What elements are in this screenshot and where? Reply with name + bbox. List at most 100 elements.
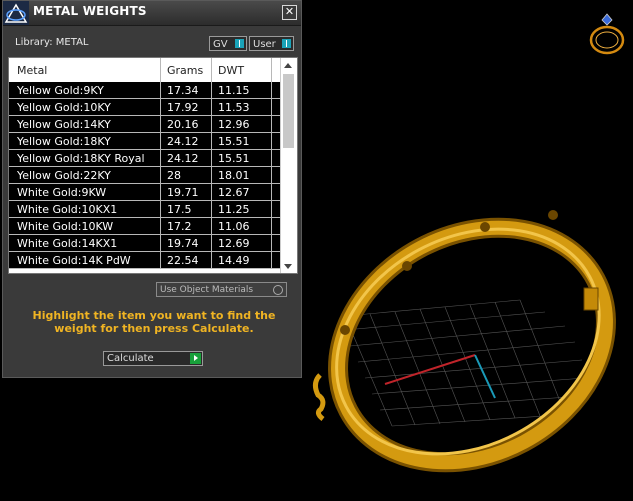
table-row[interactable]: White Gold:14K PdW 22.54 14.49 [9,252,281,269]
table-row[interactable]: Yellow Gold:10KY 17.92 11.53 [9,99,281,116]
gv-toggle-label: GV [213,39,228,50]
scroll-thumb[interactable] [283,74,294,148]
metal-cell: White Gold:9KW [17,186,107,199]
user-toggle[interactable]: User [249,36,294,51]
column-divider [160,184,161,200]
metal-cell: Yellow Gold:10KY [17,101,111,114]
column-divider [211,133,212,149]
column-divider [160,235,161,251]
column-divider [211,116,212,132]
column-divider [160,218,161,234]
metal-cell: White Gold:10KX1 [17,203,118,216]
column-divider [271,235,272,251]
table-row[interactable]: White Gold:10KW 17.2 11.06 [9,218,281,235]
column-divider [271,167,272,183]
column-divider [160,116,161,132]
table-row[interactable]: Yellow Gold:18KY 24.12 15.51 [9,133,281,150]
metal-table[interactable]: Metal Grams DWT Yellow Gold:9KY 17.34 11.1… [8,57,298,274]
metal-cell: Yellow Gold:18KY [17,135,111,148]
table-row[interactable]: White Gold:9KW 19.71 12.67 [9,184,281,201]
column-divider [211,99,212,115]
instruction-text: Highlight the item you want to find the … [32,309,276,335]
panel-title: METAL WEIGHTS [33,4,147,18]
column-divider [160,167,161,183]
dwt-cell: 15.51 [218,152,250,165]
metal-cell: Yellow Gold:9KY [17,84,104,97]
column-divider [211,218,212,234]
close-icon[interactable]: ✕ [282,5,297,20]
column-header-dwt[interactable]: DWT [218,64,244,77]
column-divider [271,150,272,166]
metal-cell: Yellow Gold:22KY [17,169,111,182]
grams-cell: 24.12 [167,135,199,148]
column-divider [160,99,161,115]
metal-cell: White Gold:10KW [17,220,114,233]
toggle-knob-icon [282,39,291,48]
column-divider [271,99,272,115]
dwt-cell: 11.53 [218,101,250,114]
dwt-cell: 11.06 [218,220,250,233]
table-row[interactable]: White Gold:14KX1 19.74 12.69 [9,235,281,252]
dwt-cell: 12.67 [218,186,250,199]
column-divider [271,58,272,82]
metal-weights-panel: METAL WEIGHTS ✕ Library: METAL GV User M… [2,0,302,378]
column-header-metal[interactable]: Metal [17,64,47,77]
dwt-cell: 12.96 [218,118,250,131]
table-row[interactable]: Yellow Gold:14KY 20.16 12.96 [9,116,281,133]
radio-icon[interactable] [273,285,283,295]
use-object-materials-label: Use Object Materials [160,285,254,295]
column-divider [211,201,212,217]
column-divider [271,184,272,200]
table-body: Yellow Gold:9KY 17.34 11.15 Yellow Gold:10K… [9,82,281,269]
calculate-label: Calculate [107,353,154,364]
column-divider [271,218,272,234]
column-divider [160,82,161,98]
use-object-materials-option[interactable]: Use Object Materials [156,282,287,297]
column-divider [211,252,212,268]
dwt-cell: 12.69 [218,237,250,250]
column-divider [211,82,212,98]
dwt-cell: 18.01 [218,169,250,182]
table-row[interactable]: Yellow Gold:18KY Royal 24.12 15.51 [9,150,281,167]
column-divider [211,58,212,82]
scroll-up-icon[interactable] [284,63,292,68]
grams-cell: 20.16 [167,118,199,131]
column-divider [271,82,272,98]
grams-cell: 24.12 [167,152,199,165]
table-scrollbar[interactable] [280,58,297,273]
column-divider [160,133,161,149]
metal-cell: Yellow Gold:14KY [17,118,111,131]
scroll-down-icon[interactable] [284,264,292,269]
column-divider [271,252,272,268]
column-divider [211,184,212,200]
bangle-model [312,210,616,473]
grid-plane [344,299,586,427]
toggle-knob-icon [235,39,244,48]
column-divider [160,201,161,217]
grams-cell: 17.2 [167,220,192,233]
grams-cell: 17.92 [167,101,199,114]
grams-cell: 19.74 [167,237,199,250]
grams-cell: 22.54 [167,254,199,267]
dwt-cell: 11.15 [218,84,250,97]
column-divider [160,150,161,166]
grams-cell: 17.34 [167,84,199,97]
x-axis-line [384,354,476,385]
column-divider [271,133,272,149]
metal-cell: White Gold:14KX1 [17,237,118,250]
column-header-grams[interactable]: Grams [167,64,203,77]
calculate-button[interactable]: Calculate [103,351,203,366]
dwt-cell: 15.51 [218,135,250,148]
table-row[interactable]: White Gold:10KX1 17.5 11.25 [9,201,281,218]
table-header: Metal Grams DWT [9,58,281,83]
table-row[interactable]: Yellow Gold:22KY 28 18.01 [9,167,281,184]
column-divider [211,150,212,166]
ring-view-icon[interactable] [589,13,625,55]
column-divider [160,58,161,82]
title-bar[interactable]: METAL WEIGHTS ✕ [3,1,301,26]
metal-cell: White Gold:14K PdW [17,254,131,267]
table-row[interactable]: Yellow Gold:9KY 17.34 11.15 [9,82,281,99]
gv-toggle[interactable]: GV [209,36,247,51]
z-axis-line [474,354,496,399]
column-divider [211,167,212,183]
